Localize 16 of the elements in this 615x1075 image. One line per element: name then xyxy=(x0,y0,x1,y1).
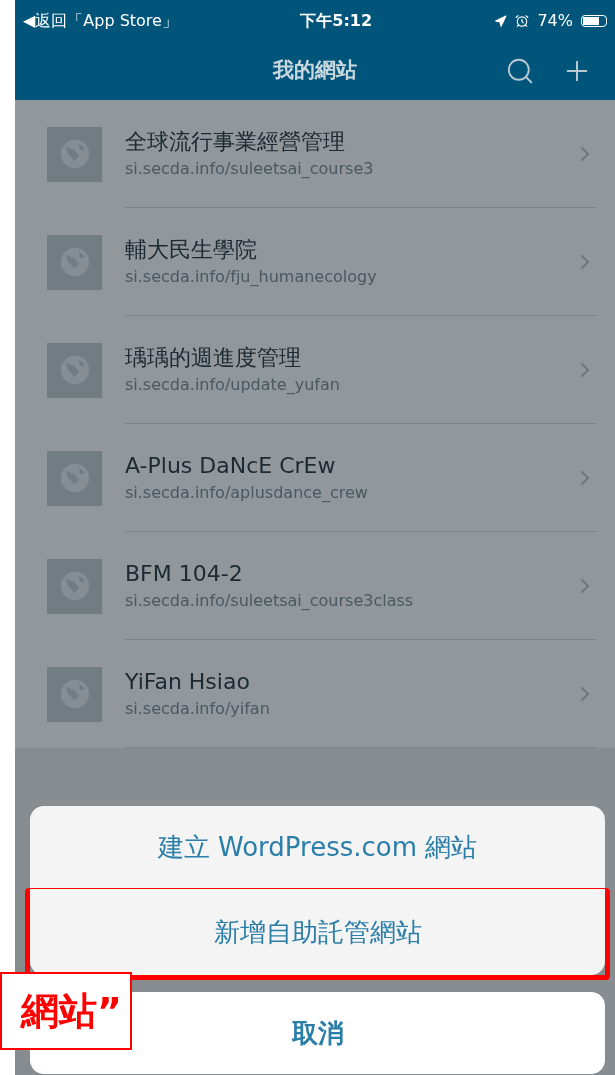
battery-percent: 74% xyxy=(537,10,573,32)
callout-label: 網站” xyxy=(0,972,132,1050)
site-url: si.secda.info/suleetsai_course3 xyxy=(125,157,375,180)
site-name: BFM 104-2 xyxy=(125,559,244,588)
site-name: 瑀瑀的週進度管理 xyxy=(125,343,302,372)
site-url: si.secda.info/yifan xyxy=(125,697,271,720)
site-name: 輔大民生學院 xyxy=(125,235,258,264)
site-url: si.secda.info/update_yufan xyxy=(125,373,341,396)
page-title: 我的網站 xyxy=(273,57,357,85)
status-time: 下午5:12 xyxy=(300,10,373,32)
site-url: si.secda.info/fju_humanecology xyxy=(125,265,378,288)
site-url: si.secda.info/suleetsai_course3class xyxy=(125,589,415,612)
site-name: A-Plus DaNcE CrEw xyxy=(125,451,337,480)
site-name: YiFan Hsiao xyxy=(125,667,251,696)
site-name: 全球流行事業經營管理 xyxy=(125,127,346,156)
site-url: si.secda.info/aplusdance_crew xyxy=(125,481,369,504)
